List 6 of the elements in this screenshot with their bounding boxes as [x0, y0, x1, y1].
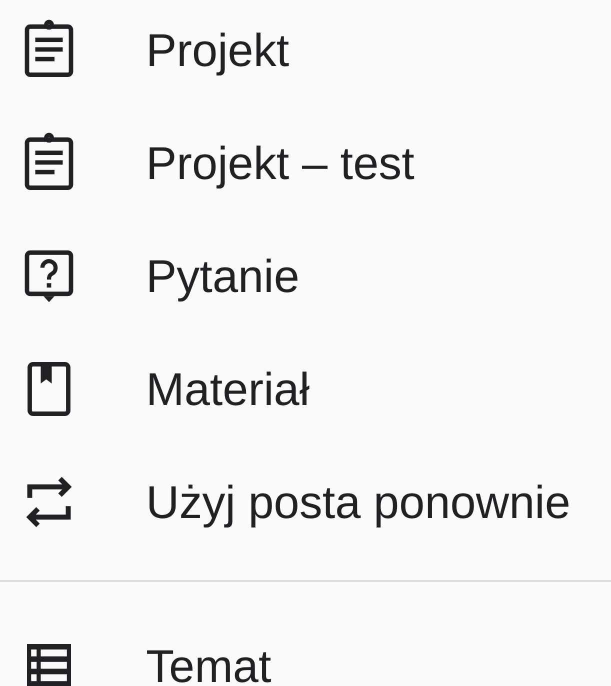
menu-item[interactable]: Projekt – test	[0, 113, 414, 213]
menu-item[interactable]: Użyj posta ponownie	[0, 452, 570, 552]
menu-item[interactable]: Temat	[0, 616, 272, 686]
menu-item[interactable]: Pytanie	[0, 226, 300, 326]
menu-item[interactable]: Materiał	[0, 339, 310, 439]
menu-item[interactable]: Projekt	[0, 0, 290, 100]
